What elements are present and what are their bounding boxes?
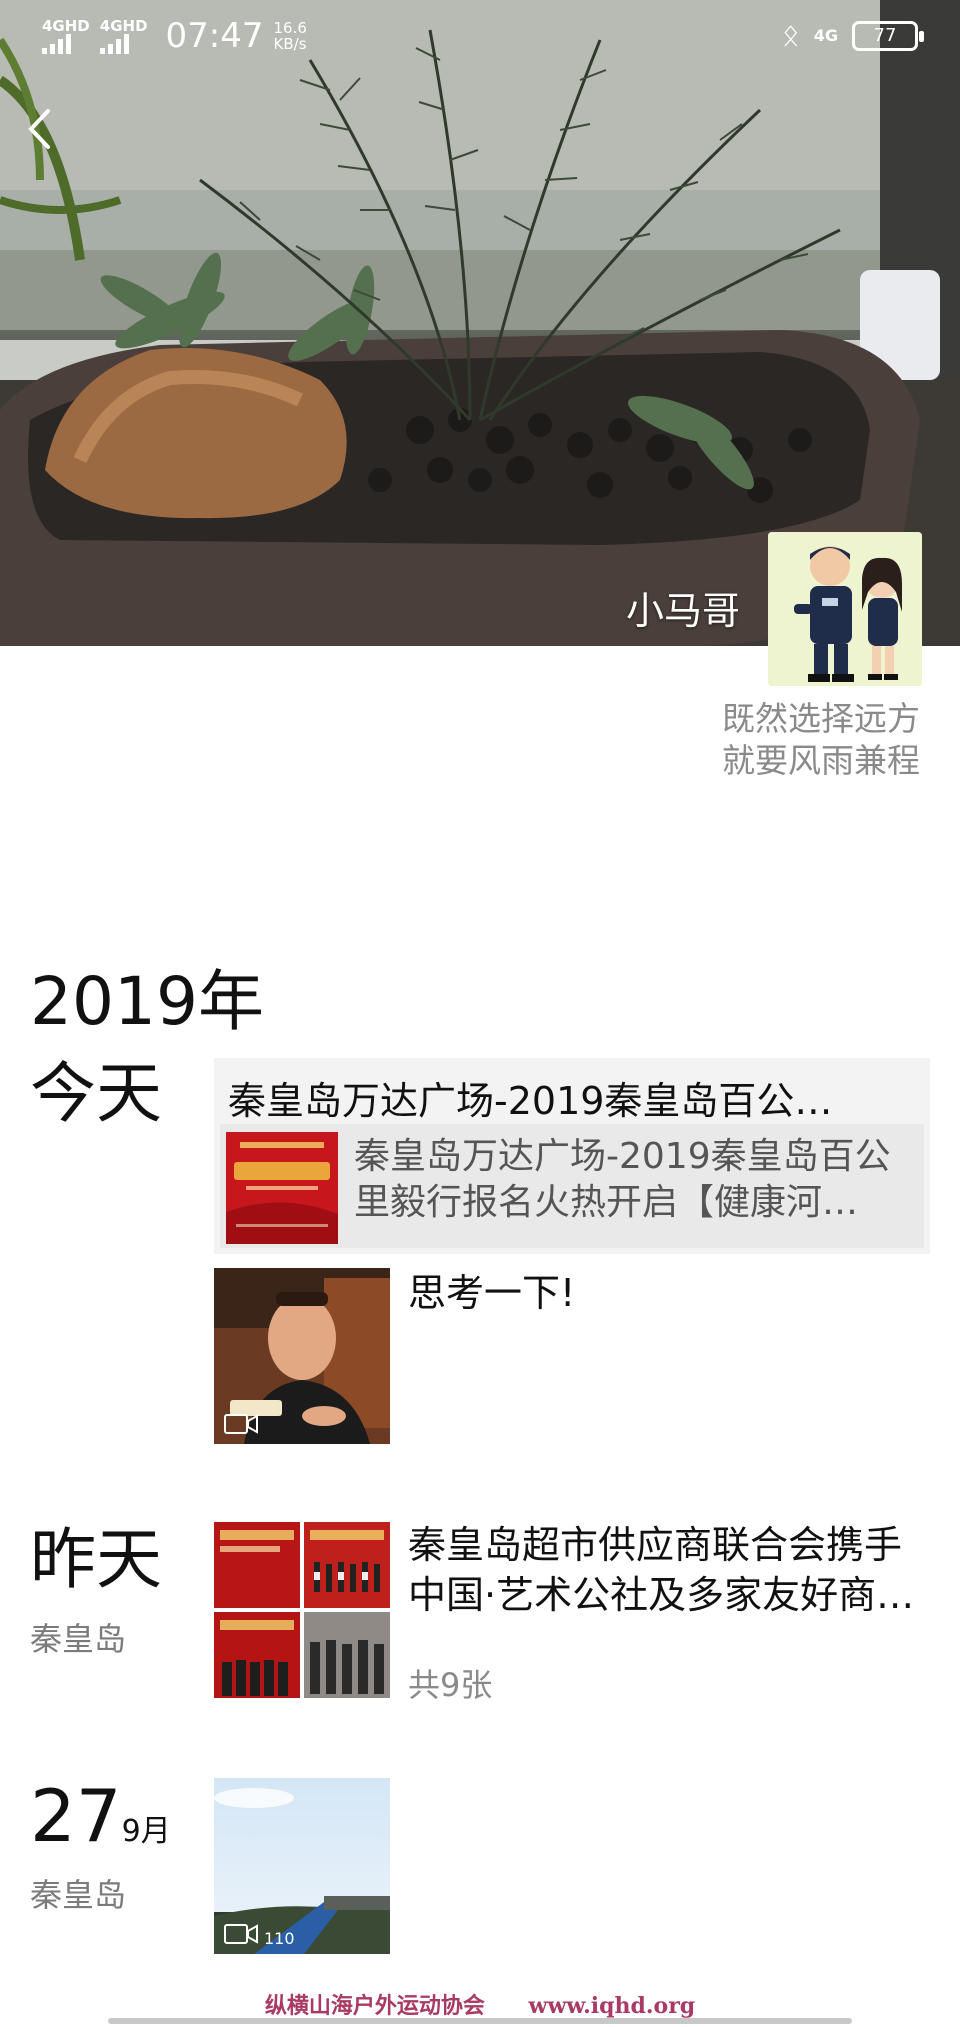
shared-link-post[interactable]: 秦皇岛万达广场-2019秦皇岛百公… 秦皇岛万达广场-2019秦皇岛百公 里毅行…	[214, 1058, 930, 1254]
location-label: 秦皇岛	[30, 1876, 127, 1914]
location-label: 秦皇岛	[30, 1620, 127, 1658]
cellular-signal-icon: 4GHD	[42, 16, 90, 54]
moments-page: { "status_bar": { "network1": "4GHD", "n…	[0, 0, 960, 2027]
post-caption-line: 中国·艺术公社及多家友好商…	[408, 1573, 915, 1617]
date-label-yesterday: 昨天	[30, 1521, 162, 1598]
video-thumbnail[interactable]: 110	[214, 1778, 390, 1954]
clock: 07:47	[165, 16, 264, 56]
post-caption-line: 秦皇岛超市供应商联合会携手	[408, 1523, 903, 1567]
link-title-line: 秦皇岛万达广场-2019秦皇岛百公	[354, 1136, 891, 1177]
network-speed-unit: KB/s	[273, 35, 307, 53]
status-bar: 4GHD 4GHD 07:47 16.6 KB/s ᛟ 4G 77	[0, 0, 960, 70]
network-speed: 16.6 KB/s	[274, 20, 307, 52]
post-caption: 秦皇岛超市供应商联合会携手 中国·艺术公社及多家友好商…	[408, 1520, 928, 1620]
post-caption: 秦皇岛万达广场-2019秦皇岛百公…	[228, 1079, 833, 1123]
link-title: 秦皇岛万达广场-2019秦皇岛百公 里毅行报名火热开启【健康河…	[354, 1134, 914, 1226]
link-title-line: 里毅行报名火热开启【健康河…	[354, 1182, 859, 1223]
red-poster-graphic	[226, 1132, 338, 1244]
photo-grid-thumbnail[interactable]	[214, 1522, 390, 1698]
bluetooth-icon: ᛟ	[781, 18, 800, 53]
battery-icon: 77	[852, 20, 924, 51]
network-speed-value: 16.6	[273, 19, 307, 37]
post-caption-text: 思考一下!	[408, 1271, 576, 1315]
network-type: 4GHD	[99, 16, 148, 35]
avatar-cartoon-couple	[768, 532, 922, 686]
date-day: 27	[30, 1774, 122, 1858]
post-caption: 思考一下!	[408, 1268, 575, 1318]
network-type: 4GHD	[42, 16, 90, 35]
video-thumbnail[interactable]	[214, 1268, 390, 1444]
avatar[interactable]	[768, 532, 922, 686]
signature-line: 就要风雨兼程	[722, 741, 920, 780]
date-month: 9月	[121, 1814, 171, 1849]
profile-username[interactable]: 小马哥	[626, 580, 740, 633]
network-4g-indicator: 4G	[813, 26, 838, 45]
date-label-today: 今天	[30, 1055, 162, 1132]
signature-line: 既然选择远方	[722, 699, 920, 738]
watermark: 纵横山海户外运动协会 www.iqhd.org	[0, 1988, 960, 2020]
battery-level: 77	[873, 25, 897, 46]
video-camera-icon	[224, 1414, 258, 1434]
home-indicator	[108, 2018, 852, 2024]
link-thumbnail	[226, 1132, 338, 1244]
video-overlay-caption: 110	[264, 1929, 295, 1948]
chevron-left-icon	[28, 109, 50, 149]
back-button[interactable]	[26, 108, 72, 158]
profile-signature: 既然选择远方 就要风雨兼程	[722, 698, 920, 782]
photo-collage-image	[214, 1522, 390, 1698]
watermark-url: www.iqhd.org	[528, 1993, 696, 2019]
date-label-27-sep: 279月	[30, 1778, 171, 1870]
photo-count: 共9张	[408, 1666, 493, 1704]
year-header: 2019年	[30, 963, 264, 1040]
link-preview[interactable]: 秦皇岛万达广场-2019秦皇岛百公 里毅行报名火热开启【健康河…	[220, 1124, 924, 1248]
watermark-org: 纵横山海户外运动协会	[264, 1993, 485, 2019]
video-camera-icon	[224, 1924, 258, 1944]
cellular-signal-icon: 4GHD	[99, 16, 148, 54]
